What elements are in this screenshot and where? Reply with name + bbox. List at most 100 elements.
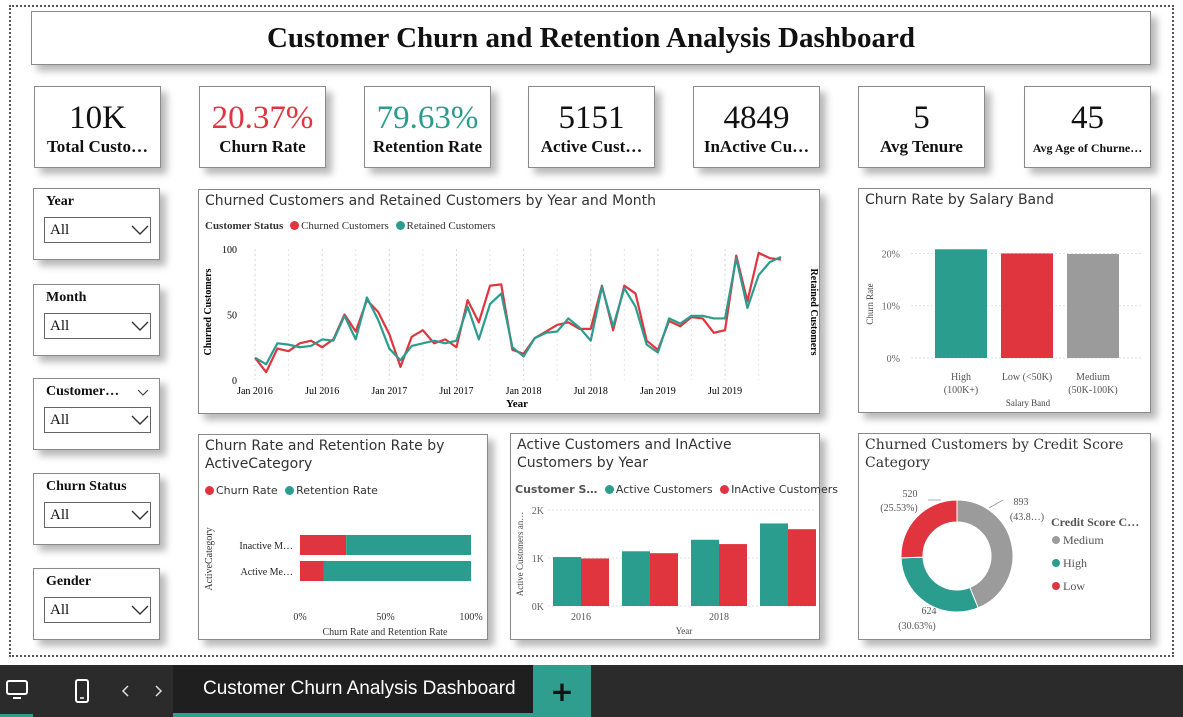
chevron-left-icon[interactable] [117, 665, 135, 717]
kpi-churn-rate[interactable]: 20.37% Churn Rate [199, 86, 326, 168]
donut-label-medium-count: 893 [1014, 497, 1029, 508]
legend-marker [1052, 559, 1060, 567]
bar-inactive-customers-2018 [719, 544, 747, 606]
kpi-value: 4849 [723, 100, 790, 136]
bar-inactive-customers-2017 [650, 553, 678, 606]
x-tick-label: Jan 2019 [640, 386, 676, 397]
dashboard-title: Customer Churn and Retention Analysis Da… [266, 21, 916, 54]
donut-label-low-pct: (25.53%) [880, 503, 918, 514]
y-tick-label: 10% [882, 302, 900, 313]
x-tick-label: Jul 2017 [439, 386, 473, 397]
x-tick-label: Low (<50K) [1002, 372, 1052, 383]
x-tick-label: Jan 2016 [237, 386, 273, 397]
kpi-value: 20.37% [211, 100, 314, 136]
donut-plot: 520 (25.53%) 893 (43.8…) 624 (30.63%) Cr… [880, 489, 1139, 632]
legend-item-medium[interactable]: Medium [1063, 533, 1104, 547]
legend-marker [1052, 582, 1060, 590]
y-axis-title: ActiveCategory [204, 527, 215, 590]
y-tick-label: 2K [532, 506, 545, 517]
y-axis-title: Churn Rate [865, 283, 875, 324]
kpi-active-customers[interactable]: 5151 Active Cust… [528, 86, 655, 168]
bar-segment-retention-rate [323, 561, 471, 581]
chevron-down-icon [131, 605, 149, 615]
x-tick-label: 100% [459, 612, 482, 623]
slicer-dropdown[interactable]: All [44, 407, 151, 433]
kpi-value: 79.63% [376, 100, 479, 136]
chevron-down-icon [131, 415, 149, 425]
x-tick-label: Medium [1076, 372, 1110, 383]
kpi-avg-age-churned[interactable]: 45 Avg Age of Churne… [1024, 86, 1151, 168]
legend-item-high[interactable]: High [1063, 556, 1087, 570]
salary-chart-card[interactable]: Churn Rate by Salary Band Churn Rate Sal… [858, 188, 1151, 413]
kpi-label: Total Custo… [47, 137, 148, 156]
kpi-label: Churn Rate [219, 137, 306, 156]
x-tick-label: Jul 2018 [574, 386, 608, 397]
y-tick-label: 1K [532, 554, 545, 565]
chevron-down-icon[interactable] [137, 388, 149, 397]
kpi-total-customers[interactable]: 10K Total Custo… [34, 86, 161, 168]
bar-segment-churn-rate [300, 535, 347, 555]
y-tick-label: 0K [532, 602, 545, 613]
kpi-label: Active Cust… [540, 137, 643, 156]
donut-slice-high [900, 556, 979, 613]
slicer-title: Month [46, 290, 87, 305]
credit-score-donut-card[interactable]: Churned Customers by Credit Score Catego… [858, 433, 1151, 640]
bar-inactive-customers-2016 [581, 558, 609, 606]
y-axis-title: Active Customers an… [515, 512, 525, 597]
kpi-value: 5 [913, 100, 930, 136]
slicer-dropdown[interactable]: All [44, 217, 151, 243]
slicer-year: Year All [33, 188, 160, 260]
desktop-layout-icon[interactable] [0, 665, 33, 717]
x-tick-label: 2018 [709, 612, 729, 623]
bar-active-customers-2019 [760, 523, 788, 606]
slicer-value: All [50, 411, 70, 428]
bar-active-customers-2017 [622, 551, 650, 606]
slicer-title: Churn Status [46, 479, 127, 494]
bar-active-customers-2018 [691, 539, 719, 606]
slicer-dropdown[interactable]: All [44, 597, 151, 623]
x-axis-title: Salary Band [1006, 398, 1051, 408]
active-category-chart-card[interactable]: Churn Rate and Retention Rate by ActiveC… [198, 434, 488, 640]
slicer-month: Month All [33, 284, 160, 356]
bar-segment-churn-rate [300, 561, 324, 581]
bar-inactive-customers-2019 [788, 529, 816, 606]
add-page-button[interactable]: + [533, 665, 591, 717]
chevron-right-icon[interactable] [149, 665, 167, 717]
slicer-churn-status: Churn Status All [33, 473, 160, 545]
y-tick-label: 100 [222, 245, 237, 256]
donut-label-low-count: 520 [903, 489, 918, 500]
x-tick-label: Jul 2016 [305, 386, 339, 397]
page-tab-churn-dashboard[interactable]: Customer Churn Analysis Dashboard [173, 665, 533, 717]
y-axis-title-left: Churned Customers [203, 268, 214, 355]
y-tick-label: 0% [887, 354, 900, 365]
slicer-dropdown[interactable]: All [44, 313, 151, 339]
active-by-year-plot: Active Customers an… Year 2K 1K 0K 2016 2018 [515, 506, 816, 636]
x-tick-label: High [951, 372, 971, 383]
kpi-retention-rate[interactable]: 79.63% Retention Rate [364, 86, 491, 168]
legend-item-low[interactable]: Low [1063, 579, 1085, 593]
mobile-layout-icon[interactable] [68, 665, 96, 717]
x-axis-title: Year [506, 398, 528, 410]
slicer-dropdown[interactable]: All [44, 502, 151, 528]
line-chart-card[interactable]: Churned Customers and Retained Customers… [198, 189, 820, 414]
bar-low [1001, 253, 1053, 358]
kpi-avg-tenure[interactable]: 5 Avg Tenure [858, 86, 985, 168]
active-category-plot: ActiveCategory Churn Rate and Retention … [204, 527, 483, 638]
line-chart-plot: Churned Customers Retained Customers Yea… [203, 245, 819, 410]
x-tick-label: Jan 2017 [371, 386, 407, 397]
kpi-label: Avg Tenure [880, 137, 963, 156]
kpi-label: Retention Rate [372, 137, 483, 156]
slicer-value: All [50, 317, 70, 334]
x-tick-label: 50% [376, 612, 394, 623]
chevron-down-icon [131, 225, 149, 235]
active-by-year-chart-card[interactable]: Active Customers and InActive Customers … [510, 433, 838, 640]
x-tick-label: 0% [293, 612, 306, 623]
chevron-down-icon [131, 321, 149, 331]
bar-active-customers-2016 [553, 557, 581, 606]
slicer-value: All [50, 506, 70, 523]
x-axis-title: Churn Rate and Retention Rate [323, 627, 449, 638]
slicer-title: Gender [46, 574, 92, 589]
bar-segment-retention-rate [346, 535, 471, 555]
kpi-inactive-customers[interactable]: 4849 InActive Cu… [693, 86, 820, 168]
series-line-churned-customers [254, 251, 782, 374]
